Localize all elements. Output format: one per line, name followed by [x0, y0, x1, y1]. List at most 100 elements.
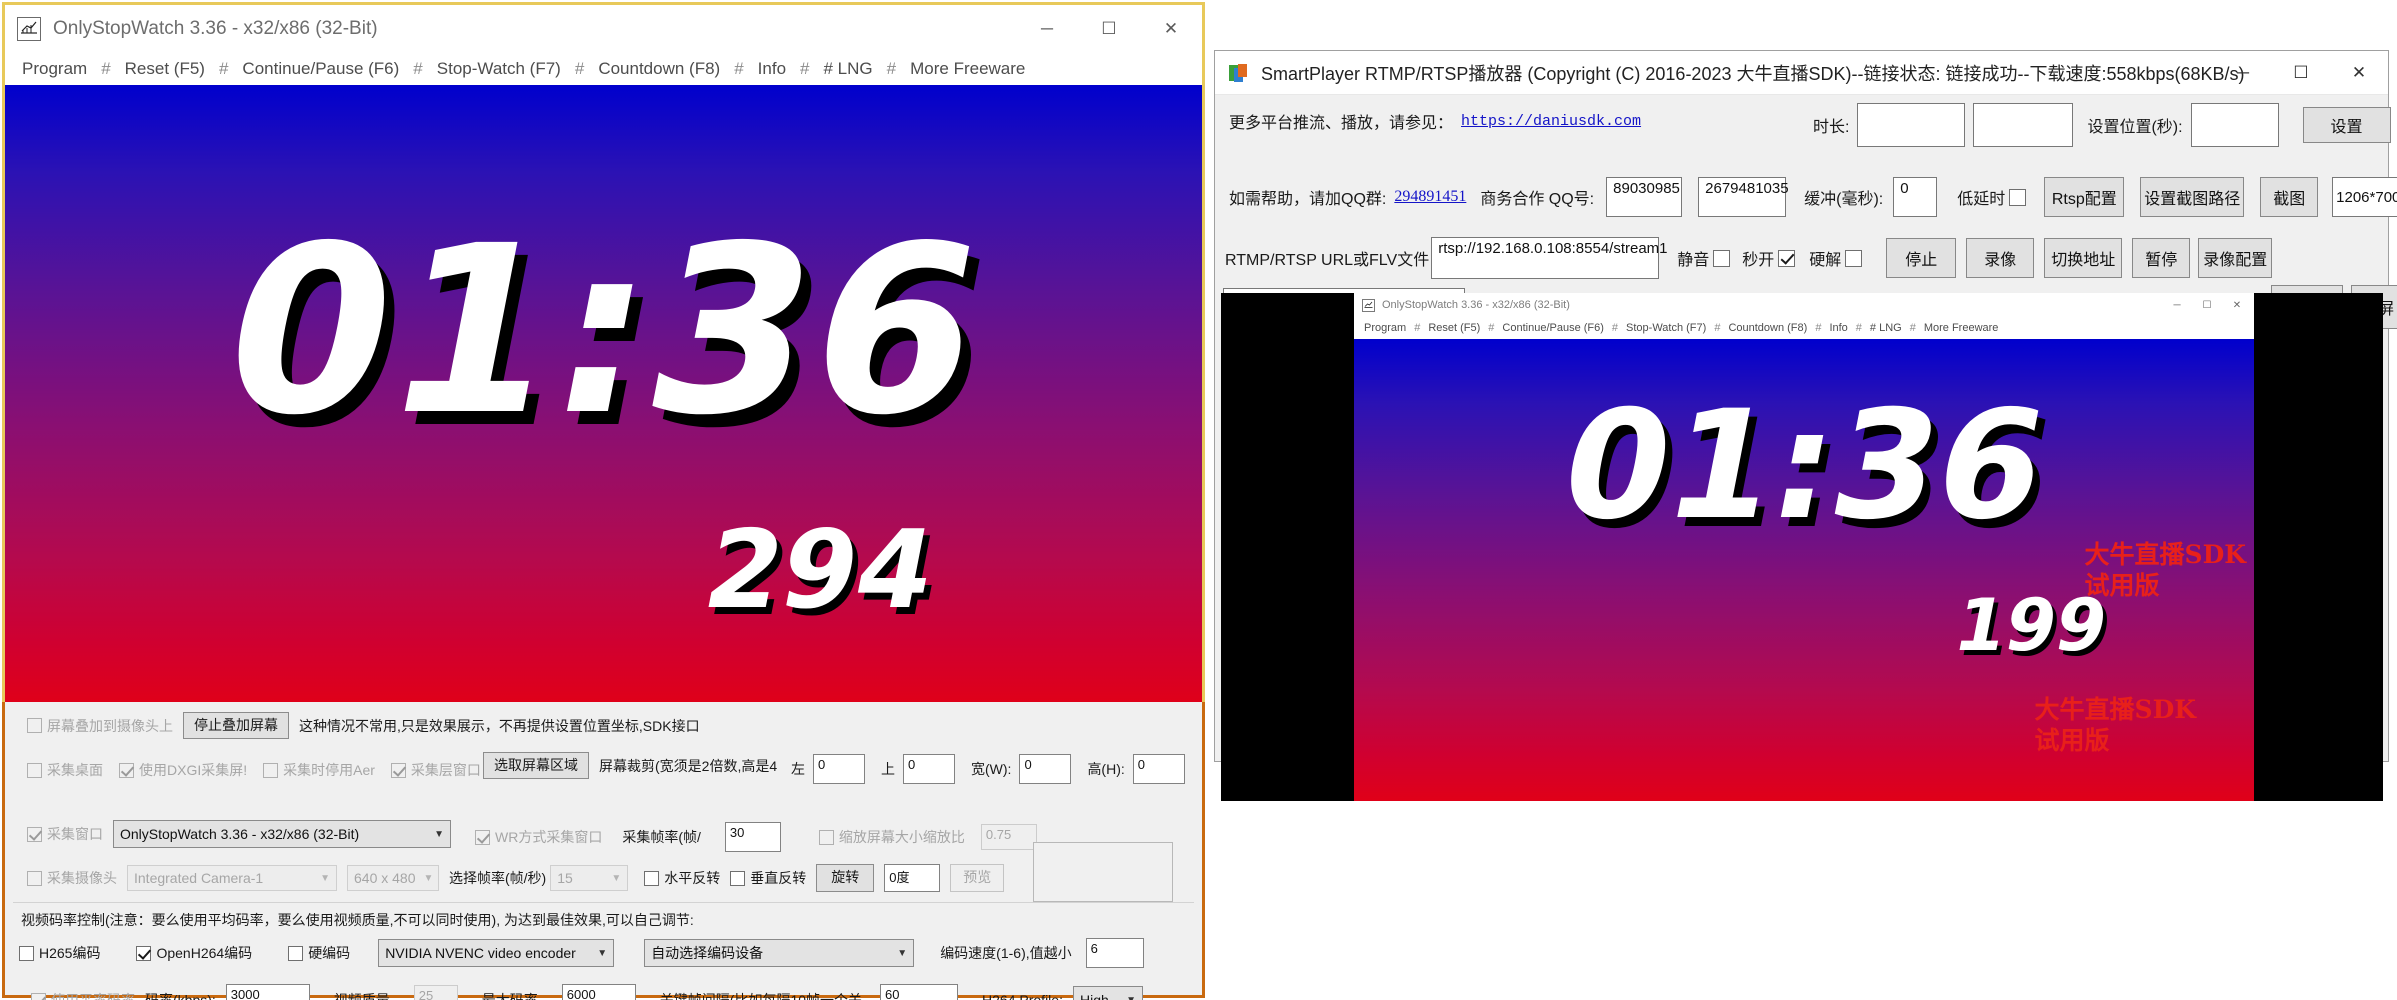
url-input[interactable]: rtsp://192.168.0.108:8554/stream1: [1431, 237, 1668, 279]
menu-item-countdown[interactable]: Countdown (F8): [589, 59, 729, 79]
disable-aero-checkbox[interactable]: 采集时停用Aer: [263, 760, 375, 780]
camera-flip-v-checkbox[interactable]: 垂直反转: [730, 868, 806, 888]
stop-overlay-button[interactable]: 停止叠加屏幕: [183, 712, 289, 740]
camera-rotate-button[interactable]: 旋转: [816, 864, 875, 892]
set-position-button[interactable]: 设置: [2302, 107, 2391, 143]
capture-window-select[interactable]: OnlyStopWatch 3.36 - x32/x86 (32-Bit) ▼: [113, 820, 451, 848]
business-qq1-input[interactable]: 89030985: [1606, 177, 1683, 217]
menu-item-continue-pause[interactable]: Continue/Pause (F6): [233, 59, 408, 79]
maximize-icon[interactable]: ☐: [1078, 5, 1140, 53]
crop-left-input[interactable]: 0: [813, 754, 865, 784]
menu-item-countdown: Countdown (F8): [1728, 322, 1808, 334]
stop-button[interactable]: 停止: [1886, 238, 1957, 278]
buffer-input[interactable]: 0: [1893, 177, 1938, 217]
crop-top-input[interactable]: 0: [903, 754, 955, 784]
onlystopwatch-titlebar: OnlyStopWatch 3.36 - x32/x86 (32-Bit) ─ …: [5, 5, 1202, 53]
promo-link[interactable]: https://daniusdk.com: [1461, 113, 1641, 130]
duration-input-2[interactable]: [1973, 103, 2074, 147]
recorder-control-panel: 屏幕叠加到摄像头上 停止叠加屏幕 这种情况不常用,只是效果展示，不再提供设置位置…: [2, 702, 1205, 1000]
stopwatch-display: 01:36 294: [5, 85, 1202, 705]
low-latency-checkbox[interactable]: 低延时: [1957, 185, 2027, 209]
menu-item-reset[interactable]: Reset (F5): [116, 59, 214, 79]
chevron-down-icon: ▼: [897, 947, 908, 959]
menu-separator: #: [1855, 322, 1862, 334]
menu-separator: #: [413, 59, 423, 78]
h264-profile-select[interactable]: High ▼: [1072, 986, 1143, 1000]
camera-preview-button[interactable]: 预览: [950, 864, 1005, 892]
capture-window-checkbox[interactable]: 采集窗口: [27, 824, 103, 844]
qq-group-link[interactable]: 294891451: [1394, 188, 1466, 206]
menu-item-program: Program: [1364, 322, 1407, 334]
bitrate-input[interactable]: 3000: [225, 984, 310, 1000]
overlay-screen-checkbox[interactable]: 屏幕叠加到摄像头上: [27, 716, 173, 736]
capture-window-select-value: OnlyStopWatch 3.36 - x32/x86 (32-Bit): [120, 826, 360, 842]
hw-encode-checkbox[interactable]: 硬编码: [288, 943, 350, 963]
menu-separator: #: [101, 59, 111, 78]
mute-label: 静音: [1677, 252, 1710, 269]
encode-device-select[interactable]: 自动选择编码设备 ▼: [644, 939, 915, 967]
camera-fps-select[interactable]: 15 ▼: [550, 865, 629, 891]
scale-ratio-input[interactable]: 0.75: [980, 824, 1037, 850]
set-snapshot-path-button[interactable]: 设置截图路径: [2140, 177, 2245, 217]
switch-url-button[interactable]: 切换地址: [2044, 238, 2123, 278]
minimize-icon[interactable]: ─: [2214, 51, 2272, 95]
close-icon[interactable]: ✕: [2330, 51, 2388, 95]
scale-screen-checkbox[interactable]: 缩放屏幕大小缩放比: [818, 827, 965, 847]
openh264-checkbox[interactable]: OpenH264编码: [136, 943, 252, 963]
bitrate-section-title-row: 视频码率控制(注意：要么使用平均码率，要么使用视频质量,不可以同时使用), 为达…: [21, 910, 694, 930]
keyframe-interval-input[interactable]: 60: [880, 984, 959, 1000]
snapshot-button[interactable]: 截图: [2260, 177, 2319, 217]
seek-position-input[interactable]: [2190, 103, 2279, 147]
use-avg-bitrate-checkbox[interactable]: 使用平率码率: [31, 990, 135, 1000]
business-qq2-input[interactable]: 2679481035: [1698, 177, 1789, 217]
openh264-label: OpenH264编码: [156, 945, 253, 961]
checkbox-box: [119, 762, 134, 778]
rtsp-config-button[interactable]: Rtsp配置: [2044, 177, 2125, 217]
encode-speed-input[interactable]: 6: [1085, 938, 1144, 968]
video-stopwatch-display: 01:36 199 大牛直播SDK 试用版 大牛直播SDK 试用版: [1354, 339, 2254, 801]
menu-item-lng[interactable]: # LNG: [815, 59, 882, 79]
menu-item-more-freeware[interactable]: More Freeware: [901, 59, 1034, 79]
pause-button[interactable]: 暂停: [2132, 238, 2191, 278]
record-config-button[interactable]: 录像配置: [2198, 238, 2273, 278]
hw-decode-checkbox[interactable]: 硬解: [1809, 246, 1863, 270]
crop-height-label: 高(H):: [1087, 761, 1125, 777]
capture-layered-checkbox[interactable]: 采集层窗口: [390, 760, 481, 780]
menu-item-program[interactable]: Program: [13, 59, 96, 79]
close-icon[interactable]: ✕: [1140, 5, 1202, 53]
maximize-icon[interactable]: ☐: [2272, 51, 2330, 95]
camera-rotate-input[interactable]: 0度: [884, 864, 941, 892]
encoder-select[interactable]: NVIDIA NVENC video encoder ▼: [378, 939, 615, 967]
record-button[interactable]: 录像: [1966, 238, 2035, 278]
checkbox-box: [475, 829, 490, 845]
h265-checkbox[interactable]: H265编码: [19, 943, 100, 963]
fast-open-label: 秒开: [1742, 252, 1775, 269]
capture-fps-input[interactable]: 30: [724, 822, 781, 852]
video-inner-window-controls: ─ ☐ ✕: [2162, 293, 2252, 317]
max-bitrate-input[interactable]: 6000: [561, 984, 636, 1000]
capture-camera-checkbox[interactable]: 采集摄像头: [27, 868, 117, 888]
camera-select[interactable]: Integrated Camera-1 ▼: [127, 865, 337, 891]
wr-mode-checkbox[interactable]: WR方式采集窗口: [475, 827, 602, 847]
help-row: 如需帮助，请加QQ群: 294891451 商务合作 QQ号: 89030985…: [1229, 177, 2397, 217]
resolution-select[interactable]: 640 x 480 ▼: [347, 865, 439, 891]
minimize-icon[interactable]: ─: [1016, 5, 1078, 53]
crop-height-input[interactable]: 0: [1132, 754, 1185, 784]
use-dxgi-checkbox[interactable]: 使用DXGI采集屏!: [119, 760, 247, 780]
fast-open-checkbox[interactable]: 秒开: [1742, 246, 1796, 270]
video-canvas[interactable]: OnlyStopWatch 3.36 - x32/x86 (32-Bit) ─ …: [1221, 293, 2383, 801]
duration-input[interactable]: [1857, 103, 1966, 147]
select-screen-region-button[interactable]: 选取屏幕区域: [483, 752, 589, 780]
menu-separator: #: [1611, 322, 1619, 334]
video-quality-input[interactable]: 25: [413, 985, 458, 1000]
onlystopwatch-menubar: Program # Reset (F5) # Continue/Pause (F…: [5, 53, 1202, 85]
menu-item-stop-watch[interactable]: Stop-Watch (F7): [428, 59, 570, 79]
bitrate-label: 码率(kbps):: [145, 992, 216, 1000]
smartplayer-body: 更多平台推流、播放，请参见： https://daniusdk.com 时长: …: [1215, 95, 2397, 801]
menu-separator: #: [734, 59, 744, 78]
mute-checkbox[interactable]: 静音: [1677, 246, 1731, 270]
capture-desktop-checkbox[interactable]: 采集桌面: [27, 760, 103, 780]
camera-flip-h-checkbox[interactable]: 水平反转: [644, 868, 720, 888]
crop-width-input[interactable]: 0: [1019, 754, 1072, 784]
menu-item-info[interactable]: Info: [749, 59, 795, 79]
